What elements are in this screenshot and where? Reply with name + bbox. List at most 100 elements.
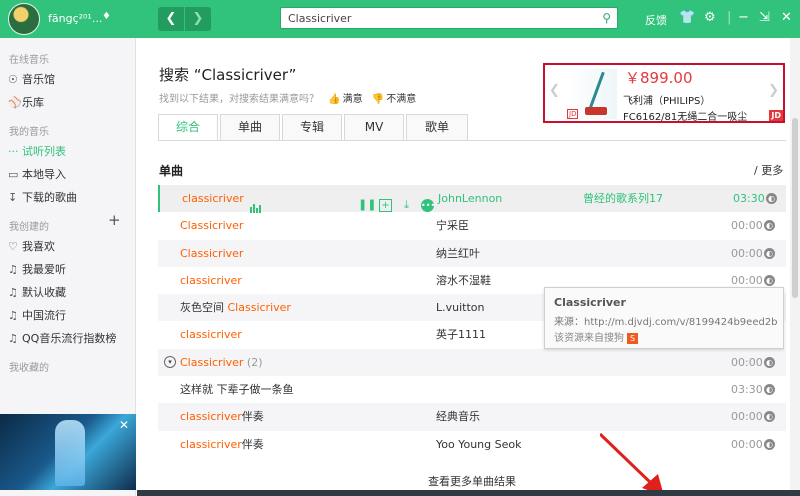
search-feedback: 找到以下结果，对搜索结果满意吗？ 👍 满意 👎 不满意 (159, 90, 416, 105)
avatar[interactable] (8, 3, 40, 35)
sidebar-item-music-hall[interactable]: ☉ 音乐馆 (8, 71, 55, 87)
song-title[interactable]: classicriver (180, 321, 242, 348)
tab-mv[interactable]: MV (344, 114, 404, 141)
forward-button[interactable]: ❯ (185, 7, 211, 31)
thumbs-up-icon: 👍 (328, 94, 341, 105)
headphones-icon: ⚾ (8, 96, 22, 109)
scrollbar-thumb[interactable] (792, 118, 798, 298)
sidebar-item-listen-list[interactable]: ··· 试听列表 (8, 143, 66, 159)
song-title-highlight: Classicriver (180, 246, 244, 260)
sidebar-item-local-import[interactable]: ▭ 本地导入 (8, 166, 66, 182)
song-duration: 00:00 (731, 246, 763, 260)
download-icon[interactable]: ⤓ (400, 198, 413, 211)
satisfied-button[interactable]: 👍 满意 (328, 94, 362, 105)
song-duration: 00:00 (731, 437, 763, 451)
tab-divider (158, 140, 786, 141)
music-note-icon: ♫ (8, 332, 18, 345)
close-icon[interactable]: ✕ (119, 418, 129, 432)
mini-mode-icon[interactable]: ⇲ (759, 10, 770, 26)
ad-product-model: FC6162/81无绳二合一吸尘 (623, 112, 748, 123)
tab-playlists[interactable]: 歌单 (406, 114, 468, 141)
table-row[interactable]: ▾ Classicriver (2) 00:00 ◐ (158, 348, 786, 377)
ad-prev-icon[interactable]: ❮ (549, 83, 560, 98)
source-icon[interactable]: ◐ (766, 193, 777, 204)
table-row[interactable]: 这样就 下辈子做一条鱼 03:30 ◐ (158, 376, 786, 403)
source-icon[interactable]: ◐ (764, 438, 775, 450)
pause-icon[interactable]: ❚❚ (358, 198, 376, 211)
add-icon[interactable]: + (379, 199, 392, 212)
sogou-icon: S (627, 333, 638, 344)
song-artist[interactable]: L.vuitton (436, 294, 485, 321)
tab-overview[interactable]: 综合 (158, 114, 218, 141)
song-title-highlight: Classicriver (227, 301, 291, 315)
song-artist[interactable]: 经典音乐 (436, 403, 480, 430)
song-artist[interactable]: Yoo Young Seok (436, 431, 521, 458)
sidebar-item-library[interactable]: ⚾乐库 (8, 94, 44, 110)
search-box[interactable]: ⚲ (280, 7, 618, 29)
tab-songs[interactable]: 单曲 (220, 114, 280, 141)
song-duration: 00:00 (731, 355, 763, 369)
song-duration: 03:30 (731, 383, 763, 397)
song-title[interactable]: classicriver伴奏 (180, 403, 264, 430)
table-row[interactable]: classicriver伴奏 Yoo Young Seok 00:00 ◐ (158, 431, 786, 458)
source-icon[interactable]: ◐ (764, 220, 775, 232)
jd-ad-banner[interactable]: ❮ JD ￥899.00 飞利浦（PHILIPS） FC6162/81无绳二合一… (543, 63, 785, 123)
song-title[interactable]: 灰色空间 Classicriver (180, 294, 291, 321)
tab-albums[interactable]: 专辑 (282, 114, 342, 141)
song-artist[interactable]: JohnLennon (438, 185, 502, 212)
song-title[interactable]: Classicriver (180, 212, 243, 239)
song-title-highlight: Classicriver (180, 355, 244, 369)
scrollbar[interactable] (790, 38, 800, 492)
monitor-icon: ▭ (8, 168, 19, 181)
feedback-link[interactable]: 反馈 (645, 12, 667, 28)
sidebar-item-most-played[interactable]: ♫ 我最爱听 (8, 261, 66, 277)
dots-icon: ··· (8, 145, 19, 158)
expand-icon[interactable]: ▾ (164, 355, 176, 368)
song-title[interactable]: Classicriver (180, 240, 243, 267)
sidebar-item-china-pop[interactable]: ♫ 中国流行 (8, 307, 66, 323)
jd-logo-small: JD (567, 109, 579, 119)
sidebar-item-default-collection[interactable]: ♫ 默认收藏 (8, 284, 66, 300)
back-button[interactable]: ❮ (158, 7, 184, 31)
sidebar-item-favorites[interactable]: ♡ 我喜欢 (8, 238, 55, 254)
song-title[interactable]: classicriver (182, 185, 262, 213)
song-album[interactable]: 曾经的歌系列17 (583, 185, 663, 212)
song-artist[interactable]: 宁采臣 (436, 212, 469, 239)
table-row[interactable]: classicriver伴奏 经典音乐 00:00 ◐ (158, 403, 786, 431)
add-playlist-icon[interactable]: + (108, 211, 121, 229)
source-icon[interactable]: ◐ (764, 274, 775, 286)
table-row[interactable]: Classicriver 宁采臣 00:00 ◐ (158, 212, 786, 239)
vip-diamond-icon[interactable]: ♦ (102, 11, 111, 22)
see-more-songs-link[interactable]: 查看更多单曲结果 (428, 473, 516, 489)
song-title[interactable]: Classicriver (2) (180, 349, 263, 376)
game-promo-banner[interactable]: ✕ (0, 414, 136, 490)
skin-shirt-icon[interactable]: 👕 (679, 10, 695, 26)
sidebar-item-pop-index[interactable]: ♫ QQ音乐流行指数榜 (8, 330, 116, 346)
search-icon[interactable]: ⚲ (602, 11, 611, 25)
table-row[interactable]: Classicriver 纳兰红叶 00:00 ◐ (158, 239, 786, 267)
source-icon[interactable]: ◐ (764, 356, 775, 368)
table-row[interactable]: classicriver ❚❚ + ⤓ ••• JohnLennon 曾经的歌系列17 03:… (158, 185, 786, 213)
song-title[interactable]: classicriver (180, 267, 242, 294)
ad-next-icon[interactable]: ❯ (768, 83, 779, 98)
song-title-highlight: classicriver (182, 192, 244, 205)
main-content: 搜索 “Classicriver” 找到以下结果，对搜索结果满意吗？ 👍 满意 👎… (137, 38, 800, 496)
more-icon[interactable]: ••• (421, 199, 435, 212)
minimize-icon[interactable]: − (738, 10, 749, 26)
song-artist[interactable]: 溶水不湿鞋 (436, 267, 491, 294)
sidebar-item-downloads[interactable]: ↧ 下载的歌曲 (8, 189, 77, 205)
song-artist[interactable]: 纳兰红叶 (436, 240, 480, 267)
settings-gear-icon[interactable]: ⚙ (704, 10, 716, 26)
close-icon[interactable]: ✕ (781, 10, 792, 26)
song-title[interactable]: classicriver伴奏 (180, 431, 264, 458)
song-title[interactable]: 这样就 下辈子做一条鱼 (180, 376, 294, 403)
song-title-suffix: 伴奏 (241, 437, 264, 451)
source-icon[interactable]: ◐ (764, 384, 775, 396)
unsatisfied-button[interactable]: 👎 不满意 (372, 94, 416, 105)
search-input[interactable] (281, 8, 581, 28)
more-songs-link[interactable]: / 更多 (754, 162, 783, 178)
source-icon[interactable]: ◐ (764, 247, 775, 259)
source-icon[interactable]: ◐ (764, 411, 775, 423)
username[interactable]: fāngç²⁰¹... (48, 12, 102, 25)
song-artist[interactable]: 英子1111 (436, 321, 486, 348)
